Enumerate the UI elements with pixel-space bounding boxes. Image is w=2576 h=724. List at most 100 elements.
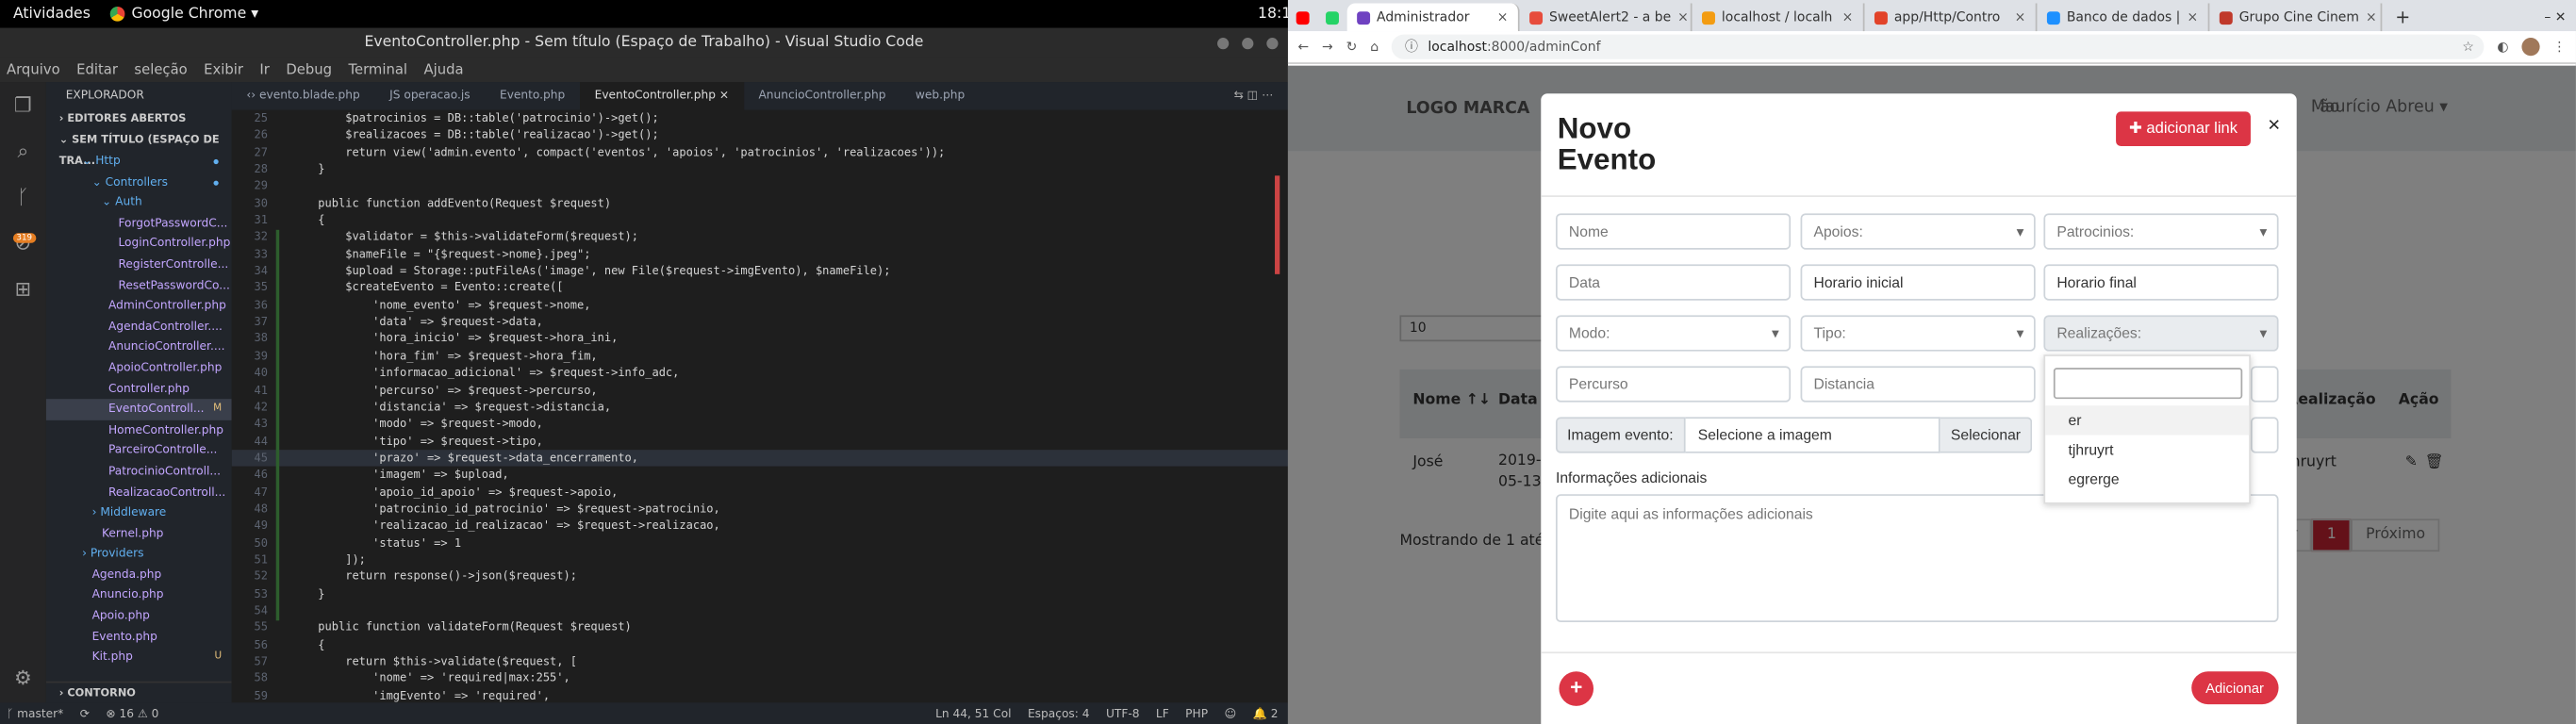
maximize-button[interactable] <box>1242 37 1254 49</box>
realizacoes-select[interactable]: Realizações: <box>2043 315 2279 352</box>
menu-go[interactable]: Ir <box>259 61 269 77</box>
percurso-input[interactable]: Percurso <box>1555 366 1792 403</box>
menu-selection[interactable]: seleção <box>134 61 187 77</box>
tree-item[interactable]: AnuncioController.... <box>46 337 232 358</box>
browser-tab[interactable]: Banco de dados | × <box>2037 3 2210 32</box>
language-mode[interactable]: PHP <box>1185 707 1208 720</box>
tree-item[interactable]: ⌄ Http <box>46 151 232 172</box>
close-icon[interactable]: × <box>2268 111 2280 136</box>
extension-icon[interactable]: ◐ <box>2497 40 2508 55</box>
address-bar[interactable]: ⓘ localhost:8000/adminConf ☆ <box>1392 34 2485 59</box>
tree-item[interactable]: ForgotPasswordC... <box>46 213 232 234</box>
browser-tab[interactable]: Administrador × <box>1346 3 1520 32</box>
bookmark-star-icon[interactable]: ☆ <box>2462 40 2484 55</box>
line-ending[interactable]: LF <box>1156 707 1169 720</box>
app-menu[interactable]: Google Chrome ▾ <box>109 6 258 23</box>
nome-input[interactable]: Nome <box>1555 213 1792 250</box>
adicionar-button[interactable]: Adicionar <box>2190 671 2279 705</box>
menu-file[interactable]: Arquivo <box>7 61 60 77</box>
window-controls[interactable]: – ✕ <box>2544 3 2576 31</box>
code-editor[interactable]: 25 $patrocinios = DB::table('patrocinio'… <box>231 109 1288 703</box>
tree-item[interactable]: ApoioController.php <box>46 358 232 379</box>
forward-icon[interactable]: → <box>1322 40 1333 55</box>
tab-evento-php[interactable]: Evento.php <box>485 82 580 110</box>
indentation[interactable]: Espaços: 4 <box>1028 707 1090 720</box>
tab-operacao-js[interactable]: JS operacao.js <box>374 82 485 110</box>
pinned-tab-whatsapp[interactable] <box>1317 3 1346 31</box>
menu-terminal[interactable]: Terminal <box>348 61 407 77</box>
tab-close-icon[interactable]: × <box>2188 9 2199 25</box>
info-textarea[interactable]: Digite aqui as informações adicionais <box>1555 494 2279 623</box>
browser-tab[interactable]: app/Http/Contro × <box>1865 3 2038 32</box>
hidden-input-edge-2[interactable] <box>2250 417 2279 453</box>
tree-item[interactable]: LoginController.php <box>46 234 232 255</box>
minimize-button[interactable] <box>1217 37 1230 49</box>
tipo-select[interactable]: Tipo: <box>1800 315 2036 352</box>
tab-evento-controller[interactable]: EventoController.php × <box>579 82 744 110</box>
pinned-tab-youtube[interactable] <box>1288 3 1317 31</box>
extensions-icon[interactable]: ⊞ <box>0 266 46 312</box>
tree-item[interactable]: AgendaController.... <box>46 317 232 337</box>
tree-item[interactable]: ResetPasswordCo... <box>46 275 232 296</box>
tree-item[interactable]: Anuncio.php <box>46 585 232 606</box>
distancia-input[interactable]: Distancia <box>1800 366 2036 403</box>
new-tab-button[interactable]: + <box>2382 3 2423 31</box>
apoios-select[interactable]: Apoios: <box>1800 213 2036 250</box>
tree-item[interactable]: ParceiroControlle... <box>46 440 232 461</box>
chrome-menu-icon[interactable]: ⋮ <box>2553 40 2567 55</box>
tree-item[interactable]: Agenda.php <box>46 565 232 585</box>
tree-item[interactable]: AdminController.php <box>46 296 232 317</box>
tree-item[interactable]: › Providers <box>46 544 232 565</box>
dropdown-option[interactable]: egrerge <box>2045 465 2249 494</box>
menu-debug[interactable]: Debug <box>286 61 332 77</box>
patrocinios-select[interactable]: Patrocinios: <box>2043 213 2279 250</box>
outline-section[interactable]: › CONTORNO <box>45 681 232 703</box>
browser-tab[interactable]: Grupo Cine Cinem × <box>2209 3 2383 32</box>
tree-item[interactable]: Kernel.php <box>46 523 232 544</box>
feedback-icon[interactable]: ☺ <box>1225 707 1237 720</box>
tab-evento-blade[interactable]: ‹› evento.blade.php <box>232 82 375 110</box>
tab-anuncio-controller[interactable]: AnuncioController.php <box>744 82 900 110</box>
tree-item[interactable]: ⌄ Auth <box>46 192 232 213</box>
open-editors-section[interactable]: › EDITORES ABERTOS <box>46 108 232 130</box>
tree-item[interactable]: › Middleware <box>46 502 232 523</box>
data-input[interactable]: Data <box>1555 264 1792 301</box>
scrollbar[interactable] <box>1275 175 1280 274</box>
hora-final-input[interactable]: Horario final <box>2043 264 2279 301</box>
modo-select[interactable]: Modo: <box>1555 315 1792 352</box>
add-link-button[interactable]: ✚ adicionar link <box>2116 111 2251 146</box>
tab-close-icon[interactable]: × <box>1677 9 1689 25</box>
workspace-section[interactable]: ⌄ SEM TÍTULO (ESPAÇO DE TRA... <box>46 130 232 168</box>
hora-inicial-input[interactable]: Horario inicial <box>1800 264 2036 301</box>
hidden-input-edge[interactable] <box>2250 366 2279 403</box>
settings-gear-icon[interactable]: ⚙ <box>0 655 46 701</box>
plus-button[interactable]: + <box>1559 671 1594 706</box>
cursor-position[interactable]: Ln 44, 51 Col <box>935 707 1011 720</box>
dropdown-option[interactable]: tjhruyrt <box>2045 435 2249 464</box>
image-file-input[interactable]: Selecione a imagem <box>1684 417 1941 453</box>
browser-tab[interactable]: localhost / localh × <box>1693 3 1865 32</box>
tab-web-php[interactable]: web.php <box>900 82 980 110</box>
tree-item[interactable]: HomeController.php <box>46 420 232 440</box>
menu-edit[interactable]: Editar <box>76 61 118 77</box>
close-button[interactable] <box>1266 37 1279 49</box>
git-branch[interactable]: ᚴ master* <box>7 707 63 720</box>
dropdown-option[interactable]: er <box>2045 405 2250 436</box>
notifications-icon[interactable]: 🔔 2 <box>1253 707 1279 720</box>
tree-item[interactable]: Evento.php <box>46 627 232 648</box>
reload-icon[interactable]: ↻ <box>1346 40 1358 55</box>
menu-help[interactable]: Ajuda <box>423 61 463 77</box>
source-control-icon[interactable]: ᚴ <box>0 174 46 221</box>
tree-item[interactable]: Apoio.php <box>46 606 232 627</box>
tab-close-icon[interactable]: × <box>1842 9 1854 25</box>
tree-item[interactable]: RegisterControlle... <box>46 255 232 275</box>
dropdown-search-input[interactable] <box>2053 368 2243 400</box>
search-icon[interactable]: ⌕ <box>0 128 46 174</box>
select-image-button[interactable]: Selecionar <box>1940 417 2033 453</box>
tree-item[interactable]: RealizacaoControll... <box>46 482 232 502</box>
tab-close-icon[interactable]: × <box>2015 9 2026 25</box>
tree-item[interactable]: PatrocinioControll... <box>46 461 232 482</box>
tree-item[interactable]: EventoControll... M <box>45 399 232 420</box>
sync-icon[interactable]: ⟳ <box>80 707 90 720</box>
activities-button[interactable]: Atividades <box>13 6 91 22</box>
